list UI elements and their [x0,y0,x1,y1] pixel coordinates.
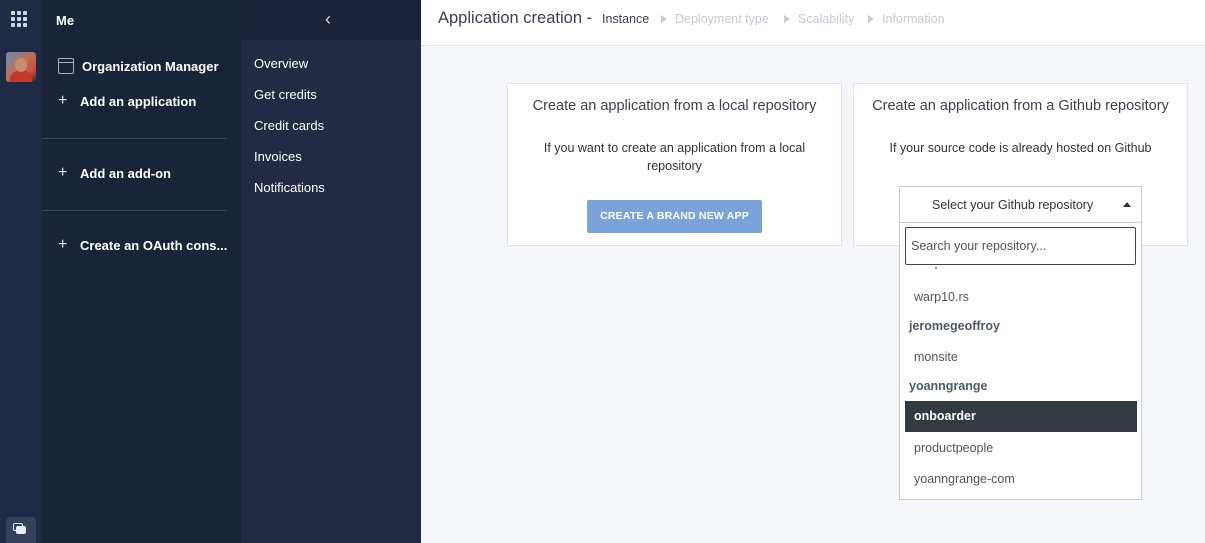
organization-manager-label: Organization Manager [82,58,219,74]
step-deployment-type: Deployment type [675,12,769,26]
nav-item-overview[interactable]: Overview [254,56,308,71]
repo-option[interactable]: yoanngrange-com [905,464,1137,495]
repository-search-input[interactable] [905,227,1136,265]
repo-group-header: jeromegeoffroy [909,319,1000,333]
caret-up-icon [1123,202,1131,207]
nav-item-invoices[interactable]: Invoices [254,149,302,164]
repo-option[interactable]: monsite [905,342,1137,373]
create-brand-new-app-button[interactable]: CREATE A BRAND NEW APP [587,200,762,233]
plus-icon: + [58,236,68,253]
repo-option[interactable]: productpeople [905,433,1137,464]
add-application-label: Add an application [80,93,197,109]
calendar-icon [58,58,74,74]
add-addon-label: Add an add-on [80,165,171,181]
step-information: Information [882,12,945,26]
github-card-description: If your source code is already hosted on… [889,141,1152,155]
create-oauth-label: Create an OAuth cons... [80,237,228,253]
add-addon-button[interactable]: + Add an add-on [58,164,171,182]
add-application-button[interactable]: + Add an application [58,92,196,110]
apps-grid-icon[interactable] [11,11,27,27]
arrow-right-icon [661,15,667,23]
nav-item-get-credits[interactable]: Get credits [254,87,317,102]
nav-header: ‹ [241,0,421,40]
page-title: Application creation - [438,9,593,27]
repo-group-header: yoanngrange [909,379,988,393]
local-card-description: If you want to create an application fro… [543,141,806,173]
github-card-title: Create an application from a Github repo… [872,98,1169,114]
organization-panel: Me Organization Manager + Add an applica… [42,0,241,543]
create-oauth-button[interactable]: + Create an OAuth cons... [58,236,227,254]
left-rail [0,0,42,543]
local-repository-card: Create an application from a local repos… [507,83,842,246]
github-repository-select[interactable]: Select your Github repository [899,186,1142,223]
plus-icon: + [58,164,68,181]
repository-dropdown[interactable]: warp10.rs jeromegeoffroy monsite yoanngr… [899,223,1142,500]
step-scalability: Scalability [798,12,855,26]
select-value: Select your Github repository [932,198,1094,212]
chat-icon[interactable] [6,517,36,543]
arrow-right-icon [868,15,874,23]
page-header: Application creation - Instance Deployme… [421,0,1205,46]
secondary-nav: ‹ Overview Get credits Credit cards Invo… [241,0,421,543]
step-instance: Instance [602,12,650,26]
avatar[interactable] [6,52,36,82]
divider [42,210,227,211]
chevron-left-icon[interactable]: ‹ [325,9,331,30]
scroll-fragment [935,267,937,269]
repo-option-selected[interactable]: onboarder [905,401,1137,432]
arrow-right-icon [784,15,790,23]
plus-icon: + [58,92,68,109]
divider [42,138,227,139]
organization-manager-link[interactable]: Organization Manager [58,58,219,74]
local-card-title: Create an application from a local repos… [532,98,817,114]
repo-option[interactable]: warp10.rs [905,282,1137,313]
me-label[interactable]: Me [56,13,74,28]
nav-item-credit-cards[interactable]: Credit cards [254,118,324,133]
nav-item-notifications[interactable]: Notifications [254,180,325,195]
